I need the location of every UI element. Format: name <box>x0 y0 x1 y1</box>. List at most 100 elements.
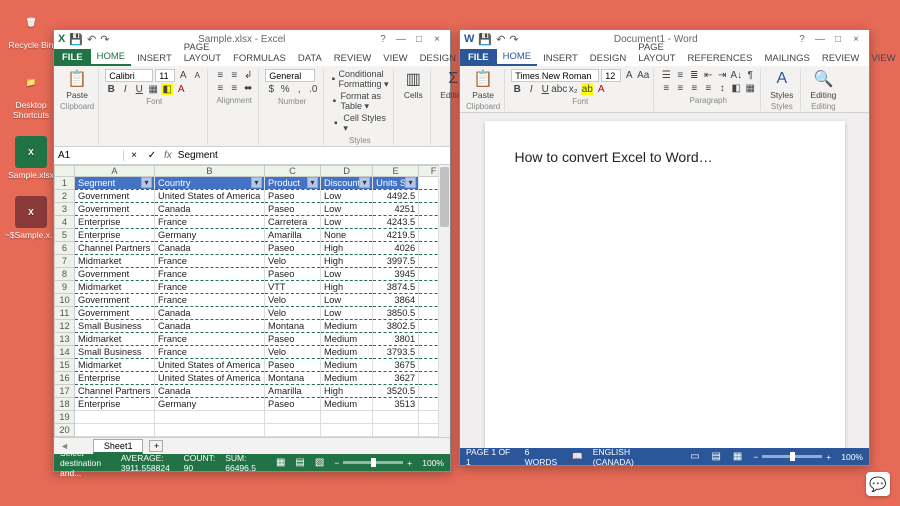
data-cell[interactable]: Paseo <box>265 190 321 203</box>
styles-item[interactable]: Format as Table ▾ <box>340 91 389 112</box>
row-header[interactable]: 12 <box>55 320 75 333</box>
row-header[interactable]: 16 <box>55 372 75 385</box>
name-box[interactable]: A1 <box>54 150 124 161</box>
table-header-cell[interactable]: Product <box>265 177 321 190</box>
data-cell[interactable]: Small Business <box>75 346 155 359</box>
data-cell[interactable]: Velo <box>265 255 321 268</box>
row-header[interactable]: 11 <box>55 307 75 320</box>
help-icon[interactable]: ? <box>793 34 811 45</box>
data-cell[interactable]: Enterprise <box>75 216 155 229</box>
data-cell[interactable]: 3627 <box>373 372 419 385</box>
increase-decimal-icon[interactable]: .0 <box>307 83 319 95</box>
data-cell[interactable]: 4251 <box>373 203 419 216</box>
data-cell[interactable]: Midmarket <box>75 255 155 268</box>
data-cell[interactable]: France <box>155 255 265 268</box>
data-cell[interactable]: Medium <box>321 333 373 346</box>
data-cell[interactable]: Low <box>321 294 373 307</box>
table-header-cell[interactable]: Discount <box>321 177 373 190</box>
data-cell[interactable]: France <box>155 333 265 346</box>
row-header[interactable]: 9 <box>55 281 75 294</box>
data-cell[interactable]: Paseo <box>265 333 321 346</box>
data-cell[interactable]: 3801 <box>373 333 419 346</box>
row-header[interactable]: 5 <box>55 229 75 242</box>
font-size-input[interactable] <box>155 69 175 82</box>
help-icon[interactable]: ? <box>374 34 392 45</box>
data-cell[interactable]: High <box>321 385 373 398</box>
ribbon-tab-references[interactable]: REFERENCES <box>682 51 759 66</box>
data-cell[interactable]: Channel Partners <box>75 242 155 255</box>
column-header[interactable]: C <box>265 166 321 177</box>
strike-icon[interactable]: abc <box>553 83 565 95</box>
font-size-input[interactable] <box>601 69 621 82</box>
fx-icon[interactable]: fx <box>164 150 172 161</box>
ribbon-tab-view[interactable]: VIEW <box>865 51 900 66</box>
minimize-button[interactable]: — <box>811 34 829 45</box>
spreadsheet-grid[interactable]: ABCDEF1SegmentCountryProductDiscountUnit… <box>54 165 450 437</box>
data-cell[interactable]: Midmarket <box>75 359 155 372</box>
row-header[interactable]: 21 <box>55 437 75 438</box>
data-cell[interactable]: 3997.5 <box>373 255 419 268</box>
sort-icon[interactable]: A↓ <box>730 69 742 81</box>
data-cell[interactable]: Canada <box>155 307 265 320</box>
data-cell[interactable]: Small Business <box>75 320 155 333</box>
data-cell[interactable]: Government <box>75 268 155 281</box>
row-header[interactable]: 7 <box>55 255 75 268</box>
status-language[interactable]: ENGLISH (CANADA) <box>593 447 669 467</box>
formula-input[interactable]: Segment <box>178 150 218 161</box>
data-cell[interactable]: Carretera <box>265 216 321 229</box>
align-top-icon[interactable]: ≡ <box>214 69 226 81</box>
decrease-indent-icon[interactable]: ⇤ <box>702 69 714 81</box>
row-header[interactable]: 20 <box>55 424 75 437</box>
data-cell[interactable]: France <box>155 268 265 281</box>
row-header[interactable]: 15 <box>55 359 75 372</box>
shading-icon[interactable]: ◧ <box>730 82 742 94</box>
data-cell[interactable]: 3864 <box>373 294 419 307</box>
row-header[interactable]: 18 <box>55 398 75 411</box>
ribbon-tab-design[interactable]: DESIGN <box>584 51 632 66</box>
close-button[interactable]: × <box>428 34 446 45</box>
redo-icon[interactable]: ↷ <box>100 33 109 46</box>
proofing-icon[interactable]: 📖 <box>572 451 583 462</box>
table-header-cell[interactable]: Segment <box>75 177 155 190</box>
column-header[interactable]: E <box>373 166 419 177</box>
borders-icon[interactable]: ▦ <box>744 82 756 94</box>
data-cell[interactable]: Canada <box>155 320 265 333</box>
subscript-icon[interactable]: x₂ <box>567 83 579 95</box>
desktop-icon[interactable]: 📁Desktop Shortcuts <box>6 66 56 120</box>
table-header-cell[interactable]: Country <box>155 177 265 190</box>
align-center-icon[interactable]: ≡ <box>228 82 240 94</box>
data-cell[interactable]: Paseo <box>265 398 321 411</box>
paste-button[interactable]: 📋Paste <box>469 69 497 100</box>
table-header-cell[interactable]: Units S <box>373 177 419 190</box>
decrease-font-icon[interactable]: A <box>191 70 203 82</box>
page-break-view-icon[interactable]: ▧ <box>315 457 324 469</box>
ribbon-tab-page-layout[interactable]: PAGE LAYOUT <box>632 40 681 66</box>
status-words[interactable]: 6 WORDS <box>525 447 563 467</box>
ribbon-tab-home[interactable]: HOME <box>497 49 538 66</box>
data-cell[interactable]: Amarilla <box>265 229 321 242</box>
zoom-slider[interactable]: −+ <box>334 458 412 468</box>
bold-icon[interactable]: B <box>105 83 117 95</box>
number-format-select[interactable] <box>265 69 315 82</box>
row-header[interactable]: 4 <box>55 216 75 229</box>
row-header[interactable]: 3 <box>55 203 75 216</box>
document-body-text[interactable]: How to convert Excel to Word… <box>515 149 713 165</box>
row-header[interactable]: 1 <box>55 177 75 190</box>
align-left-icon[interactable]: ≡ <box>214 82 226 94</box>
data-cell[interactable]: Low <box>321 216 373 229</box>
show-marks-icon[interactable]: ¶ <box>744 69 756 81</box>
data-cell[interactable]: Low <box>321 203 373 216</box>
ribbon-tab-mailings[interactable]: MAILINGS <box>758 51 815 66</box>
column-header[interactable] <box>55 166 75 177</box>
data-cell[interactable]: Low <box>321 268 373 281</box>
data-cell[interactable]: Midmarket <box>75 281 155 294</box>
data-cell[interactable]: 3793.5 <box>373 346 419 359</box>
merge-icon[interactable]: ⬌ <box>242 82 254 94</box>
font-name-input[interactable] <box>511 69 599 82</box>
italic-icon[interactable]: I <box>525 83 537 95</box>
data-cell[interactable]: Medium <box>321 372 373 385</box>
editing-button[interactable]: 🔍Editing <box>807 69 839 100</box>
data-cell[interactable]: 3520.5 <box>373 385 419 398</box>
currency-icon[interactable]: $ <box>265 83 277 95</box>
data-cell[interactable]: Government <box>75 307 155 320</box>
